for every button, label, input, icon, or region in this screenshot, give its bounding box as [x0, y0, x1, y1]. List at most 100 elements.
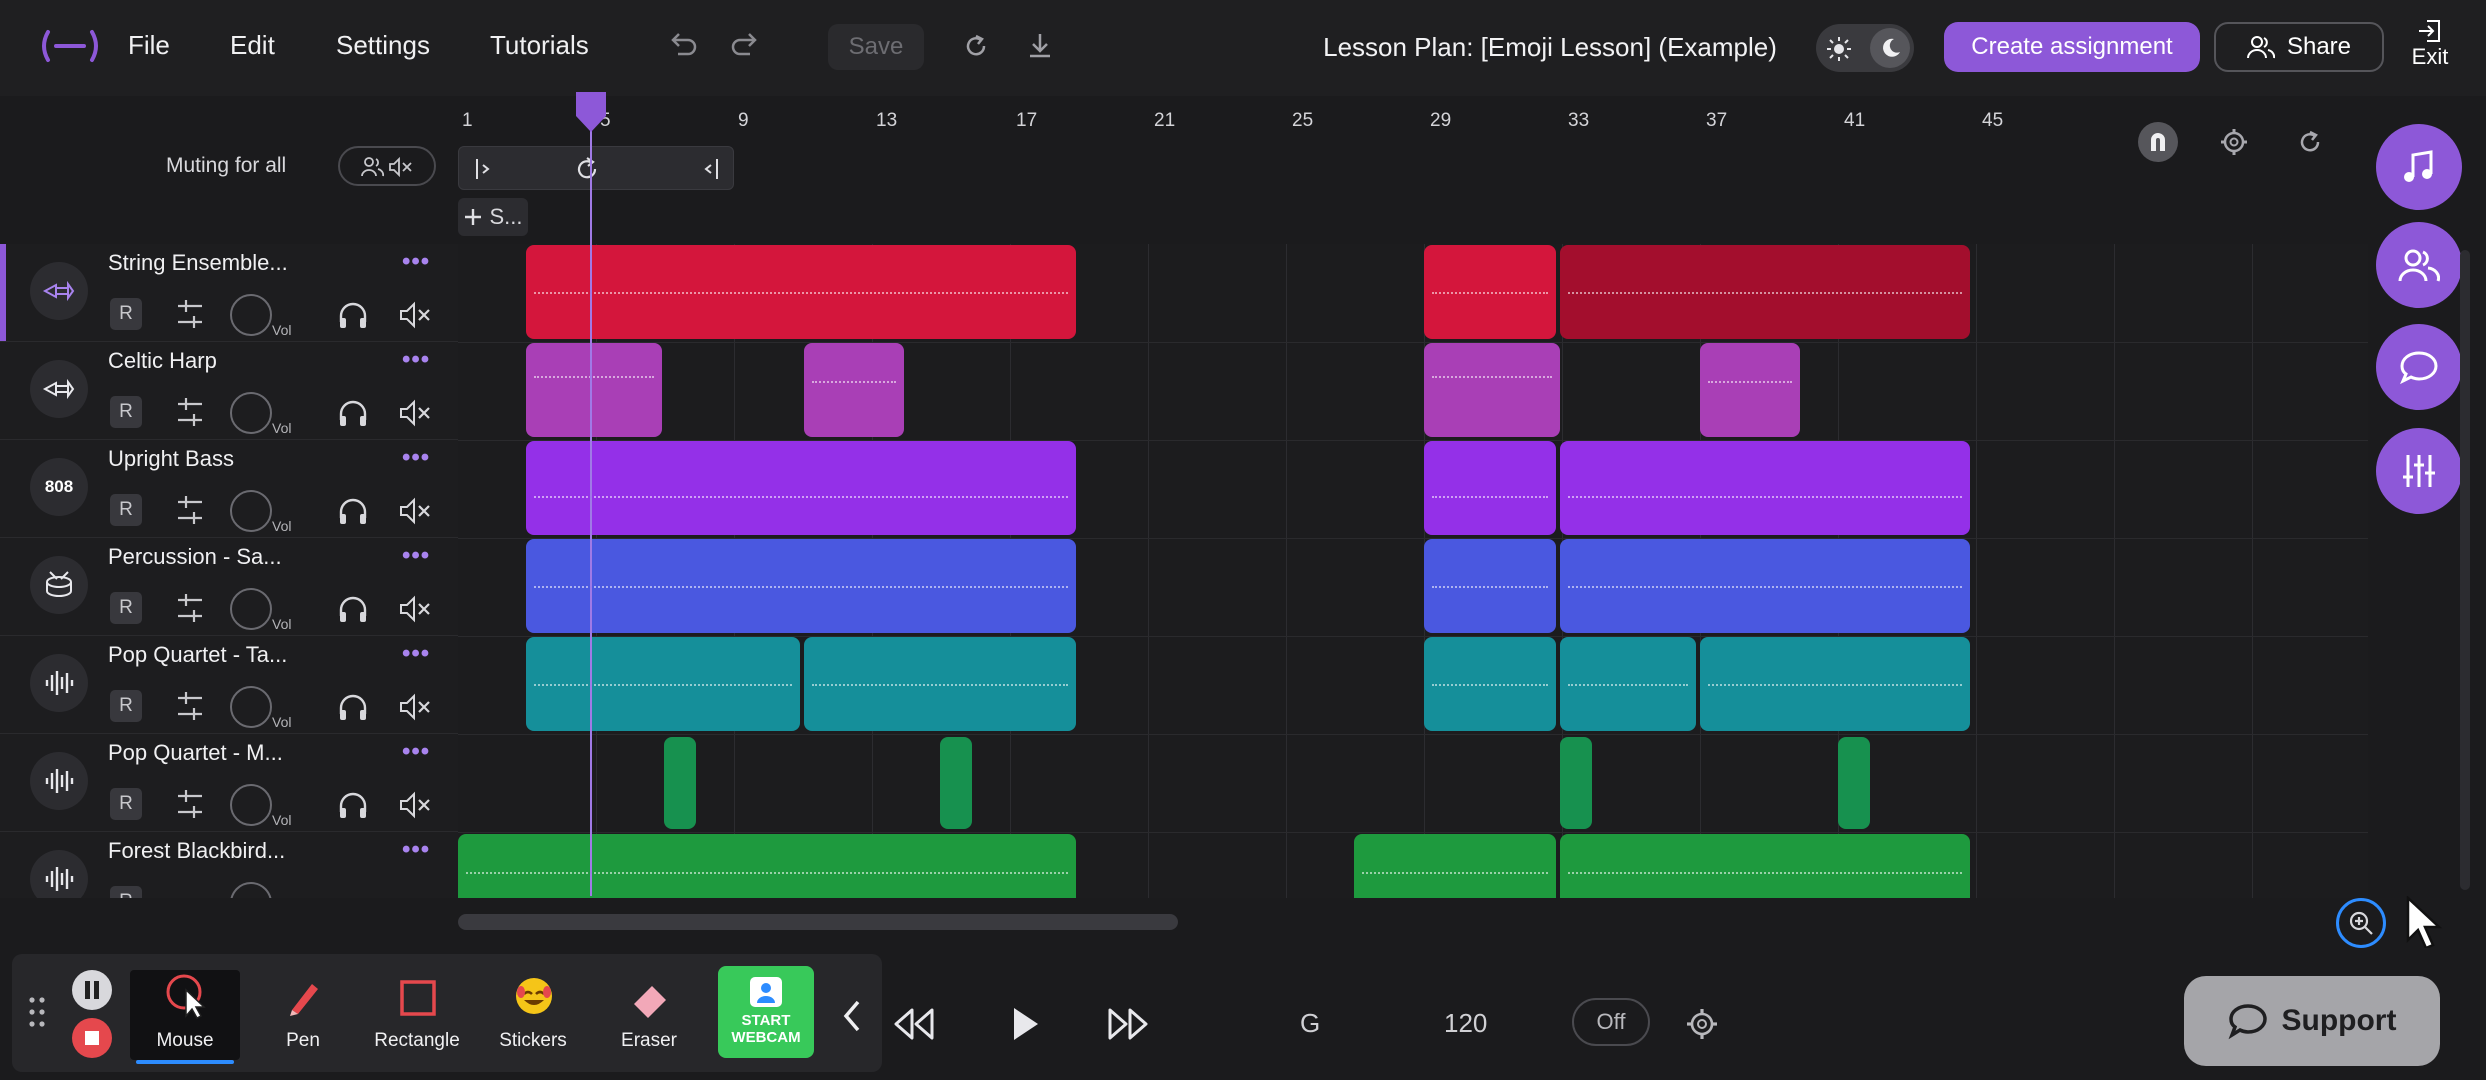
start-webcam-button[interactable]: START WEBCAM: [718, 966, 814, 1058]
midi-clip[interactable]: [526, 539, 1076, 633]
gear-icon[interactable]: [1682, 1004, 1722, 1044]
effects-icon[interactable]: [172, 688, 208, 724]
volume-knob[interactable]: [230, 392, 272, 434]
midi-clip[interactable]: [1424, 245, 1556, 339]
create-assignment-button[interactable]: Create assignment: [1944, 22, 2200, 72]
audio-clip[interactable]: [1424, 637, 1556, 731]
collaborators-button[interactable]: [2376, 222, 2462, 308]
mute-speaker-icon[interactable]: [398, 690, 432, 724]
track-menu-icon[interactable]: •••: [402, 346, 430, 374]
volume-knob[interactable]: [230, 294, 272, 336]
metronome-toggle[interactable]: Off: [1572, 998, 1650, 1046]
eraser-tool[interactable]: Eraser: [594, 970, 704, 1060]
effects-icon[interactable]: [172, 296, 208, 332]
magnet-snap-button[interactable]: [2138, 122, 2178, 162]
loop-start-handle-icon[interactable]: [473, 157, 493, 181]
midi-clip[interactable]: [1700, 343, 1800, 437]
horizontal-scrollbar[interactable]: [458, 914, 1178, 930]
audio-clip[interactable]: [1560, 834, 1970, 898]
vertical-scrollbar[interactable]: [2460, 250, 2470, 890]
track-name[interactable]: Percussion - Sa...: [108, 544, 308, 570]
app-logo-icon[interactable]: [40, 26, 100, 66]
track-name[interactable]: String Ensemble...: [108, 250, 308, 276]
midi-clip[interactable]: [526, 343, 662, 437]
track-name[interactable]: Celtic Harp: [108, 348, 308, 374]
headphones-icon[interactable]: [336, 788, 370, 822]
audio-clip[interactable]: [1354, 834, 1556, 898]
share-button[interactable]: Share: [2214, 22, 2384, 72]
exit-button[interactable]: Exit: [2400, 18, 2460, 82]
save-button[interactable]: Save: [828, 24, 924, 70]
play-icon[interactable]: [996, 996, 1052, 1052]
mute-speaker-icon[interactable]: [398, 494, 432, 528]
volume-knob[interactable]: [230, 784, 272, 826]
mixer-button[interactable]: [2376, 428, 2462, 514]
record-arm-button[interactable]: R: [110, 298, 142, 330]
waveform-icon[interactable]: [30, 850, 88, 898]
record-arm-button[interactable]: R: [110, 788, 142, 820]
effects-icon[interactable]: [172, 590, 208, 626]
track-name[interactable]: Pop Quartet - M...: [108, 740, 308, 766]
mute-all-toggle[interactable]: [338, 146, 436, 186]
drum-machine-icon[interactable]: 808: [30, 458, 88, 516]
trumpet-icon[interactable]: [30, 262, 88, 320]
volume-knob[interactable]: [230, 588, 272, 630]
audio-clip[interactable]: [940, 737, 972, 829]
track-header[interactable]: Forest Blackbird... ••• R: [0, 832, 458, 898]
audio-clip[interactable]: [664, 737, 696, 829]
record-arm-button[interactable]: R: [110, 690, 142, 722]
drag-handle-icon[interactable]: [26, 994, 48, 1030]
theme-toggle[interactable]: [1816, 24, 1914, 72]
mouse-tool[interactable]: Mouse: [130, 970, 240, 1064]
midi-clip[interactable]: [526, 441, 1076, 535]
mute-speaker-icon[interactable]: [398, 298, 432, 332]
key-signature[interactable]: G: [1300, 1008, 1320, 1039]
headphones-icon[interactable]: [336, 690, 370, 724]
track-header[interactable]: String Ensemble... ••• R Vol: [0, 244, 458, 342]
mute-speaker-icon[interactable]: [398, 788, 432, 822]
track-menu-icon[interactable]: •••: [402, 444, 430, 472]
record-arm-button[interactable]: R: [110, 396, 142, 428]
audio-clip[interactable]: [1560, 737, 1592, 829]
menu-tutorials[interactable]: Tutorials: [490, 30, 589, 61]
track-header[interactable]: Percussion - Sa... ••• R Vol: [0, 538, 458, 636]
midi-clip[interactable]: [1424, 539, 1556, 633]
add-section-button[interactable]: S...: [458, 198, 528, 236]
undo-icon[interactable]: [664, 28, 700, 64]
instruments-button[interactable]: [2376, 124, 2462, 210]
headphones-icon[interactable]: [336, 494, 370, 528]
download-icon[interactable]: [1022, 28, 1058, 64]
track-menu-icon[interactable]: •••: [402, 248, 430, 276]
waveform-icon[interactable]: [30, 654, 88, 712]
record-arm-button[interactable]: R: [110, 494, 142, 526]
fast-forward-icon[interactable]: [1100, 996, 1156, 1052]
volume-knob[interactable]: [230, 490, 272, 532]
pen-tool[interactable]: Pen: [248, 970, 358, 1060]
midi-clip[interactable]: [1424, 343, 1560, 437]
track-header[interactable]: Pop Quartet - M... ••• R Vol: [0, 734, 458, 832]
midi-clip[interactable]: [1560, 539, 1970, 633]
rewind-icon[interactable]: [886, 996, 942, 1052]
refresh-icon[interactable]: [958, 28, 994, 64]
playhead[interactable]: [590, 96, 592, 896]
collapse-chevron-icon[interactable]: [838, 996, 866, 1036]
record-arm-button[interactable]: R: [110, 886, 142, 898]
effects-icon[interactable]: [172, 394, 208, 430]
waveform-icon[interactable]: [30, 752, 88, 810]
volume-knob[interactable]: [230, 882, 272, 898]
stop-recording-button[interactable]: [72, 1018, 112, 1058]
menu-settings[interactable]: Settings: [336, 30, 430, 61]
menu-file[interactable]: File: [128, 30, 170, 61]
headphones-icon[interactable]: [336, 592, 370, 626]
drum-icon[interactable]: [30, 556, 88, 614]
reset-icon[interactable]: [2290, 122, 2330, 162]
audio-clip[interactable]: [804, 637, 1076, 731]
stickers-tool[interactable]: Stickers: [478, 970, 588, 1060]
audio-clip[interactable]: [458, 834, 1076, 898]
midi-clip[interactable]: [1424, 441, 1556, 535]
volume-knob[interactable]: [230, 686, 272, 728]
effects-icon[interactable]: [172, 786, 208, 822]
track-name[interactable]: Upright Bass: [108, 446, 308, 472]
rectangle-tool[interactable]: Rectangle: [362, 970, 472, 1060]
midi-clip[interactable]: [1560, 245, 1970, 339]
